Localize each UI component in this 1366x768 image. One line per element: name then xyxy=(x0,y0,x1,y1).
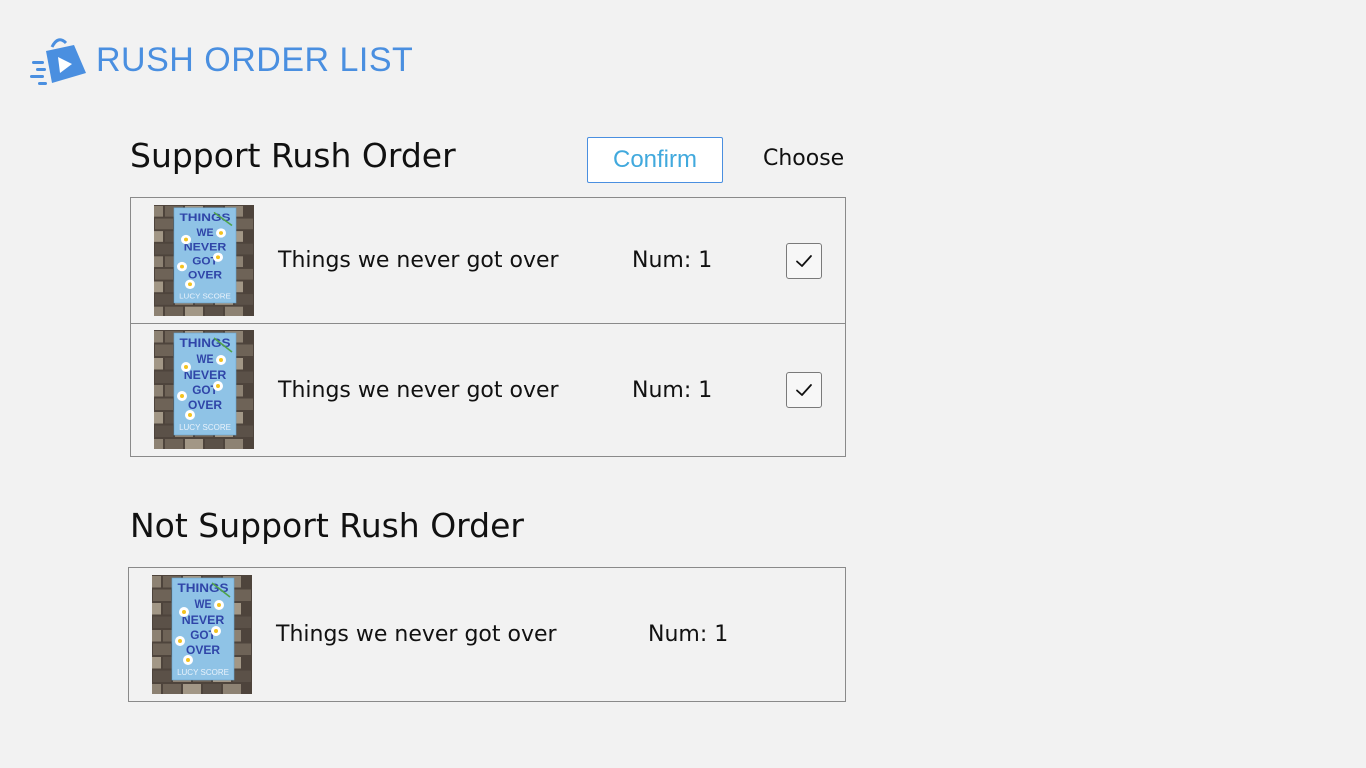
item-quantity: Num: 1 xyxy=(632,377,713,403)
support-rush-order-list: THINGS WE NEVER GOT OVER LUCY SCORE Things we… xyxy=(130,197,846,457)
item-name: Things we never got over xyxy=(278,248,559,273)
svg-text:LUCY SCORE: LUCY SCORE xyxy=(179,292,231,301)
svg-text:OVER: OVER xyxy=(186,643,220,657)
svg-text:OVER: OVER xyxy=(188,398,222,412)
choose-checkbox[interactable] xyxy=(786,242,822,279)
svg-text:THINGS: THINGS xyxy=(180,336,231,350)
book-cover-image: THINGS WE NEVER GOT OVER LUCY SCORE xyxy=(154,205,254,316)
svg-text:WE: WE xyxy=(195,597,212,611)
item-name: Things we never got over xyxy=(278,377,559,403)
svg-text:LUCY SCORE: LUCY SCORE xyxy=(177,668,229,677)
svg-text:OVER: OVER xyxy=(188,269,223,282)
checkmark-icon xyxy=(796,254,812,267)
not-support-rush-order-title: Not Support Rush Order xyxy=(130,506,524,545)
choose-checkbox[interactable] xyxy=(786,372,822,408)
svg-text:THINGS: THINGS xyxy=(178,581,229,595)
item-name: Things we never got over xyxy=(276,622,557,647)
item-quantity: Num: 1 xyxy=(648,622,729,647)
book-cover-image: THINGS WE NEVER GOT OVER LUCY SCORE xyxy=(152,575,252,694)
confirm-button[interactable]: Confirm xyxy=(587,137,723,183)
shopping-bag-play-icon xyxy=(30,38,86,85)
svg-text:NEVER: NEVER xyxy=(184,241,227,254)
app-header: RUSH ORDER LIST xyxy=(30,30,413,90)
app-title: RUSH ORDER LIST xyxy=(96,40,414,79)
checkmark-icon xyxy=(796,384,812,396)
list-item: THINGS WE NEVER GOT OVER LUCY SCORE Things we… xyxy=(129,568,845,701)
svg-text:LUCY SCORE: LUCY SCORE xyxy=(179,423,231,432)
support-rush-order-title: Support Rush Order xyxy=(130,136,456,175)
rush-order-page: RUSH ORDER LIST Support Rush Order Confi… xyxy=(0,0,1366,768)
not-support-rush-order-list: THINGS WE NEVER GOT OVER LUCY SCORE Things we… xyxy=(128,567,846,702)
list-item: THINGS WE NEVER GOT OVER LUCY SCORE Things we… xyxy=(131,198,845,324)
choose-column-header: Choose xyxy=(763,146,845,171)
svg-text:THINGS: THINGS xyxy=(180,211,231,224)
svg-text:WE: WE xyxy=(197,352,214,366)
list-item: THINGS WE NEVER GOT OVER LUCY SCORE Things we… xyxy=(131,324,845,456)
svg-text:WE: WE xyxy=(197,226,214,239)
svg-text:NEVER: NEVER xyxy=(182,613,225,627)
book-cover-image: THINGS WE NEVER GOT OVER LUCY SCORE xyxy=(154,330,254,449)
svg-text:NEVER: NEVER xyxy=(184,368,227,382)
item-quantity: Num: 1 xyxy=(632,248,713,273)
